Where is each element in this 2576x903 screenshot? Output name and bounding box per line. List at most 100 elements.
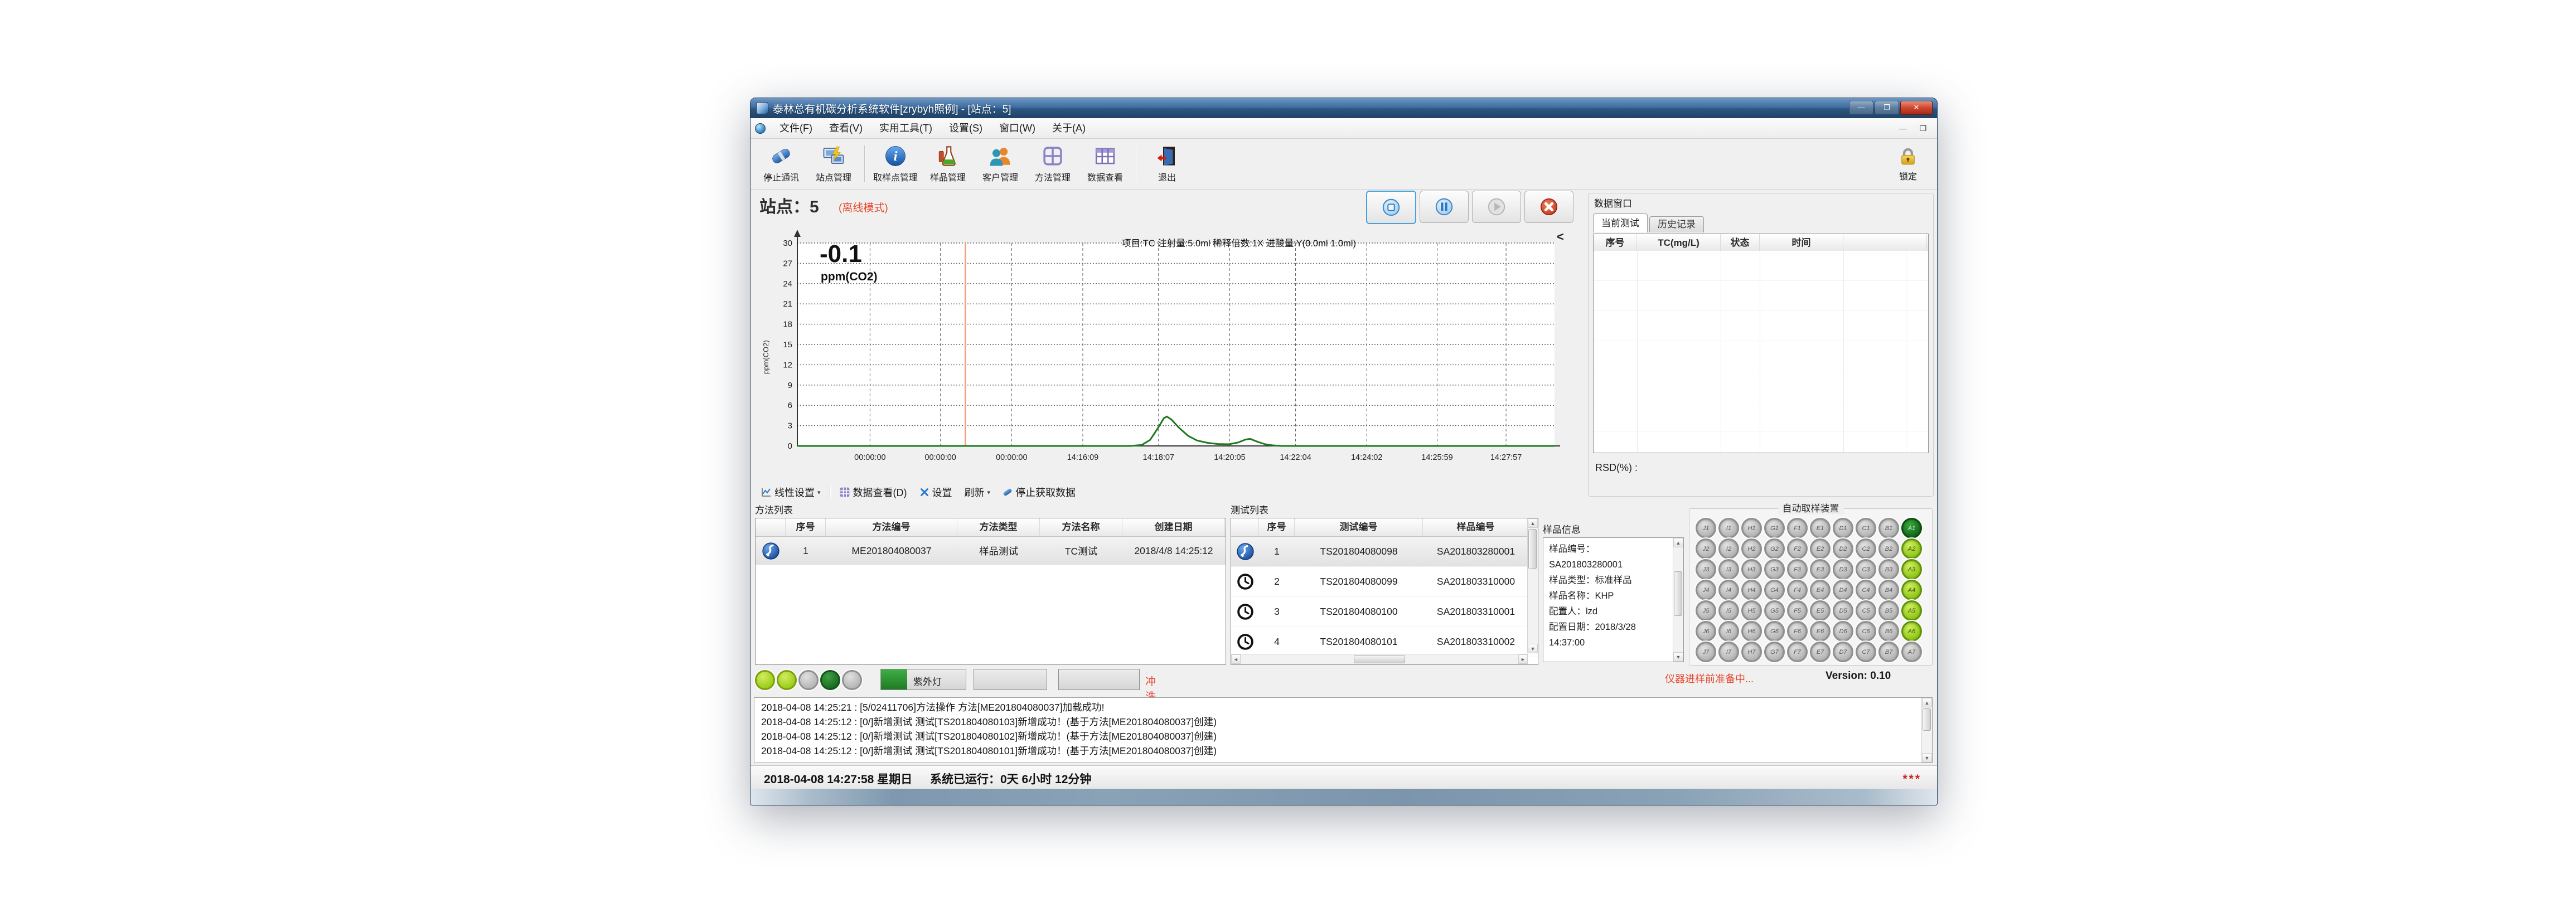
well-B4[interactable]: B4 [1878, 580, 1899, 600]
well-H2[interactable]: H2 [1741, 538, 1762, 559]
well-B1[interactable]: B1 [1878, 518, 1899, 538]
customer-manage-button[interactable]: 客户管理 [974, 141, 1026, 187]
well-G6[interactable]: G6 [1764, 621, 1785, 642]
well-I3[interactable]: I3 [1718, 559, 1739, 580]
well-B6[interactable]: B6 [1878, 621, 1899, 642]
method-manage-button[interactable]: 方法管理 [1026, 141, 1079, 187]
column-header[interactable]: 创建日期 [1122, 518, 1225, 536]
well-F4[interactable]: F4 [1787, 580, 1808, 600]
minimize-button[interactable]: — [1849, 101, 1873, 115]
menu-item-0[interactable]: 文件(F) [771, 119, 821, 138]
well-D3[interactable]: D3 [1833, 559, 1853, 580]
well-G3[interactable]: G3 [1764, 559, 1785, 580]
well-E3[interactable]: E3 [1810, 559, 1831, 580]
vertical-scrollbar[interactable]: ▲ ▼ [1527, 518, 1538, 653]
well-B2[interactable]: B2 [1878, 538, 1899, 559]
well-C2[interactable]: C2 [1856, 538, 1876, 559]
mdi-minimize-button[interactable]: — [1895, 124, 1911, 133]
table-row[interactable]: 2TS201804080099SA201803310000 [1231, 567, 1538, 597]
well-A6[interactable]: A6 [1901, 621, 1922, 642]
table-row[interactable]: 1TS201804080098SA201803280001 [1231, 537, 1538, 567]
vertical-scrollbar[interactable]: ▲ ▼ [1921, 698, 1932, 763]
table-row[interactable]: 4TS201804080101SA201803310002 [1231, 627, 1538, 657]
well-J5[interactable]: J5 [1696, 600, 1716, 621]
well-G2[interactable]: G2 [1764, 538, 1785, 559]
column-header[interactable]: 测试编号 [1295, 518, 1423, 536]
well-A7[interactable]: A7 [1901, 642, 1922, 662]
well-F2[interactable]: F2 [1787, 538, 1808, 559]
well-J4[interactable]: J4 [1696, 580, 1716, 600]
well-A3[interactable]: A3 [1901, 559, 1922, 580]
well-I2[interactable]: I2 [1718, 538, 1739, 559]
well-G4[interactable]: G4 [1764, 580, 1785, 600]
well-D6[interactable]: D6 [1833, 621, 1853, 642]
data-view-button[interactable]: 数据查看 [1079, 141, 1131, 187]
stop-run-button[interactable] [1366, 191, 1416, 224]
site-manage-button[interactable]: 站点管理 [807, 141, 860, 187]
well-F1[interactable]: F1 [1787, 518, 1808, 538]
well-C6[interactable]: C6 [1856, 621, 1876, 642]
data-view-d-button[interactable]: 数据查看(D) [835, 484, 912, 501]
table-row[interactable]: 1ME201804080037样品测试TC测试2018/4/8 14:25:12 [756, 537, 1226, 565]
column-header[interactable]: TC(mg/L) [1637, 234, 1721, 251]
well-A1[interactable]: A1 [1901, 518, 1922, 538]
well-D2[interactable]: D2 [1833, 538, 1853, 559]
close-button[interactable]: ✕ [1900, 101, 1933, 115]
well-A4[interactable]: A4 [1901, 580, 1922, 600]
well-G7[interactable]: G7 [1764, 642, 1785, 662]
linear-settings-button[interactable]: 线性设置▾ [756, 484, 825, 501]
well-I1[interactable]: I1 [1718, 518, 1739, 538]
well-H7[interactable]: H7 [1741, 642, 1762, 662]
well-C1[interactable]: C1 [1856, 518, 1876, 538]
well-A2[interactable]: A2 [1901, 538, 1922, 559]
well-C4[interactable]: C4 [1856, 580, 1876, 600]
well-J2[interactable]: J2 [1696, 538, 1716, 559]
well-H5[interactable]: H5 [1741, 600, 1762, 621]
menu-item-3[interactable]: 设置(S) [941, 119, 991, 138]
abort-run-button[interactable] [1524, 191, 1573, 223]
well-B7[interactable]: B7 [1878, 642, 1899, 662]
column-header[interactable]: 序号 [1259, 518, 1295, 536]
well-H3[interactable]: H3 [1741, 559, 1762, 580]
well-D5[interactable]: D5 [1833, 600, 1853, 621]
well-E7[interactable]: E7 [1810, 642, 1831, 662]
well-I6[interactable]: I6 [1718, 621, 1739, 642]
well-F7[interactable]: F7 [1787, 642, 1808, 662]
table-row[interactable]: 3TS201804080100SA201803310001 [1231, 597, 1538, 627]
well-I4[interactable]: I4 [1718, 580, 1739, 600]
well-I7[interactable]: I7 [1718, 642, 1739, 662]
well-E1[interactable]: E1 [1810, 518, 1831, 538]
refresh-button[interactable]: 刷新▾ [960, 484, 995, 501]
well-E2[interactable]: E2 [1810, 538, 1831, 559]
menu-item-1[interactable]: 查看(V) [821, 119, 871, 138]
maximize-button[interactable]: ❐ [1875, 101, 1899, 115]
well-D7[interactable]: D7 [1833, 642, 1853, 662]
well-D1[interactable]: D1 [1833, 518, 1853, 538]
well-C7[interactable]: C7 [1856, 642, 1876, 662]
well-H1[interactable]: H1 [1741, 518, 1762, 538]
well-E6[interactable]: E6 [1810, 621, 1831, 642]
well-C3[interactable]: C3 [1856, 559, 1876, 580]
sampling-point-manage-button[interactable]: i 取样点管理 [869, 141, 922, 187]
well-F5[interactable]: F5 [1787, 600, 1808, 621]
well-E4[interactable]: E4 [1810, 580, 1831, 600]
well-A5[interactable]: A5 [1901, 600, 1922, 621]
well-J3[interactable]: J3 [1696, 559, 1716, 580]
column-header[interactable]: 序号 [1594, 234, 1637, 251]
well-H4[interactable]: H4 [1741, 580, 1762, 600]
stop-acquire-button[interactable]: 停止获取数据 [998, 484, 1080, 501]
stop-comm-button[interactable]: 停止通讯 [755, 141, 807, 187]
well-F6[interactable]: F6 [1787, 621, 1808, 642]
well-J7[interactable]: J7 [1696, 642, 1716, 662]
column-header[interactable]: 样品编号 [1423, 518, 1529, 536]
well-G1[interactable]: G1 [1764, 518, 1785, 538]
column-header[interactable] [1843, 234, 1927, 251]
tab-history[interactable]: 历史记录 [1649, 216, 1704, 232]
well-G5[interactable]: G5 [1764, 600, 1785, 621]
exit-button[interactable]: 退出 [1141, 141, 1193, 187]
well-B3[interactable]: B3 [1878, 559, 1899, 580]
column-header[interactable]: 时间 [1760, 234, 1843, 251]
well-B5[interactable]: B5 [1878, 600, 1899, 621]
well-F3[interactable]: F3 [1787, 559, 1808, 580]
well-D4[interactable]: D4 [1833, 580, 1853, 600]
